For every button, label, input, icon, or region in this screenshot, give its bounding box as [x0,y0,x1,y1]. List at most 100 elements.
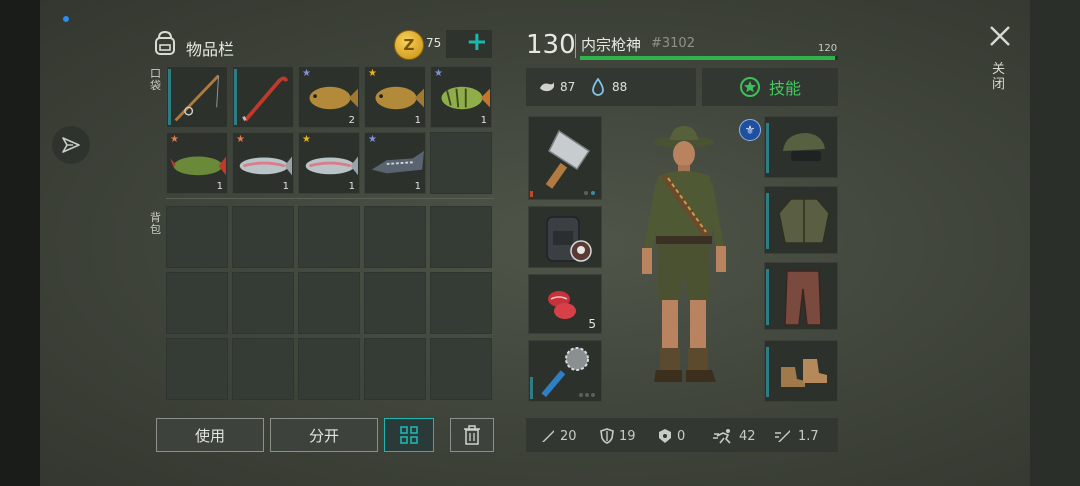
backpack-slot[interactable] [430,206,492,268]
clan-badge-icon[interactable]: ⚜ [739,119,761,141]
cleaver-icon [545,129,591,189]
pocket-slot-perch[interactable]: ★ 1 [430,66,492,128]
screen-edge-left [0,0,40,486]
durability-bar [766,193,769,249]
crowbar-icon [242,76,289,122]
durability-bar [530,191,533,197]
add-coins-button[interactable]: + [466,27,488,57]
backpack-slot[interactable] [364,338,426,400]
backpack-slot[interactable] [430,338,492,400]
pocket-slot-sturgeon[interactable]: ★ 1 [364,132,426,194]
backpack-slot[interactable] [232,206,294,268]
pocket-slot-carp[interactable]: ★ 2 [298,66,360,128]
backpack-slot[interactable] [232,338,294,400]
hunger-icon [538,78,556,100]
fishing-rod-icon [174,74,220,122]
sort-button[interactable] [384,418,434,452]
backpack-slot[interactable] [364,206,426,268]
feet-slot[interactable] [764,340,838,402]
delete-button[interactable] [450,418,494,452]
backpack-slot[interactable] [166,338,228,400]
speed-value: 42 [739,428,756,444]
split-button[interactable]: 分开 [270,418,378,452]
shield-icon [600,428,614,444]
use-button[interactable]: 使用 [156,418,264,452]
skills-button[interactable]: 技能 [702,68,838,106]
attack-stat: 20 [540,424,577,448]
backpack-slot[interactable] [232,272,294,334]
hunger-value: 87 [560,80,576,94]
thirst-icon [591,77,605,100]
player-name: 内宗枪神 [581,36,642,54]
backpack-slot[interactable] [430,272,492,334]
durability-bar [530,377,533,399]
trash-icon [464,425,480,445]
backpack-slot[interactable] [364,272,426,334]
star-badge-icon [739,77,760,97]
secondary-weapon-slot[interactable] [528,340,602,402]
food-slot[interactable]: 5 [528,274,602,334]
xp-bar [580,56,838,60]
screen-edge-right [1030,0,1080,486]
pocket-slot-trout[interactable]: ★ 1 [298,132,360,194]
rarity-star-icon: ★ [302,68,311,79]
item-count: 1 [216,181,223,192]
empty-slot[interactable] [430,132,492,194]
legs-slot[interactable] [764,262,838,330]
head-slot[interactable] [764,116,838,178]
close-label[interactable]: 关闭 [992,62,1008,92]
rarity-star-icon: ★ [434,68,443,79]
swift-sword-icon [775,430,790,442]
coin-count: 75 [426,36,442,50]
item-count: 1 [414,181,421,192]
cap-icon [783,133,825,161]
status-dot [63,16,69,22]
backpack-slot[interactable] [528,206,602,268]
backpack-slot[interactable] [298,206,360,268]
pocket-slot-crowbar[interactable] [232,66,294,128]
share-button[interactable] [52,126,90,164]
defense-value: 19 [619,428,636,444]
pocket-slot-pike[interactable]: ★ 1 [166,132,228,194]
backpack-slot[interactable] [166,272,228,334]
coin-icon: Z [394,30,424,60]
attack-value: 20 [560,428,577,444]
body-slot[interactable] [764,186,838,254]
backpack-slot[interactable] [166,206,228,268]
xp-value: 120 [818,43,838,54]
close-button[interactable] [988,24,1012,52]
pocket-slot-trout[interactable]: ★ 1 [232,132,294,194]
rarity-star-icon: ★ [368,134,377,145]
radiation-value: 0 [677,428,686,444]
defense-stat: 19 [599,424,636,448]
pocket-slot-fishing-rod[interactable] [166,66,228,128]
player-level: 130 [526,30,576,60]
xp-bar-fill [580,56,836,60]
durability-bar [766,269,769,325]
speed-stat: 42 [713,424,756,448]
running-icon [713,429,731,444]
pocket-slot-carp[interactable]: ★ 1 [364,66,426,128]
player-character[interactable] [620,120,748,400]
backpack-slot[interactable] [298,272,360,334]
rarity-star-icon: ★ [302,134,311,145]
slot-dots [579,393,595,397]
rarity-star-icon: ★ [236,134,245,145]
item-count: 1 [480,115,487,126]
backpack-label: 背包 [150,211,161,236]
skills-label: 技能 [768,79,801,98]
pants-icon [784,270,822,326]
item-count: 1 [282,181,289,192]
rarity-star-icon: ★ [368,68,377,79]
attack-speed-stat: 1.7 [774,424,819,448]
raw-meat-icon [548,291,576,319]
divider [166,198,494,199]
backpack-slot[interactable] [298,338,360,400]
rarity-star-icon: ★ [170,134,179,145]
jacket-icon [778,198,830,244]
player-id: #3102 [651,36,695,51]
weapon-slot[interactable] [528,116,602,200]
inventory-title: 物品栏 [186,40,235,59]
durability-bar [766,123,769,173]
grid-icon [400,426,418,444]
